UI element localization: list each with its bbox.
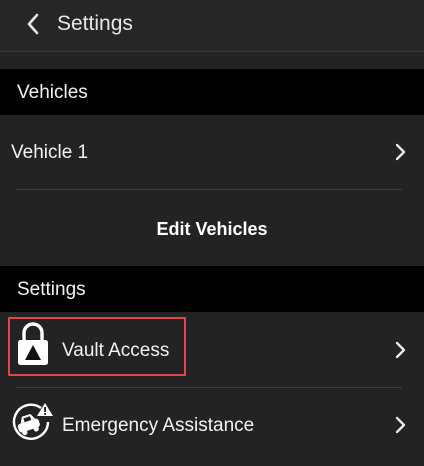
- edit-vehicles-button[interactable]: Edit Vehicles: [0, 190, 424, 266]
- list-item-vault-access[interactable]: Vault Access: [0, 312, 424, 387]
- edit-vehicles-label: Edit Vehicles: [156, 219, 268, 239]
- chevron-left-icon: [27, 13, 39, 35]
- list-item-emergency-assistance[interactable]: Emergency Assistance: [0, 388, 424, 466]
- car-crash-warning-icon: [12, 403, 53, 440]
- section-title: Vehicles: [17, 82, 88, 103]
- list-item-label: Vehicle 1: [11, 142, 89, 163]
- list-item-label: Emergency Assistance: [62, 415, 255, 436]
- page-title: Settings: [57, 12, 133, 35]
- lock-warning-icon: [18, 322, 48, 365]
- chevron-right-icon: [395, 341, 406, 359]
- top-bar: Settings: [0, 0, 424, 52]
- back-button[interactable]: [20, 10, 48, 38]
- section-title: Settings: [17, 279, 86, 300]
- chevron-right-icon: [395, 416, 406, 434]
- section-header-settings: Settings: [0, 266, 424, 312]
- section-header-vehicles: Vehicles: [0, 69, 424, 115]
- list-item-vehicle-1[interactable]: Vehicle 1: [0, 115, 424, 189]
- chevron-right-icon: [395, 143, 406, 161]
- list-item-label: Vault Access: [62, 340, 170, 361]
